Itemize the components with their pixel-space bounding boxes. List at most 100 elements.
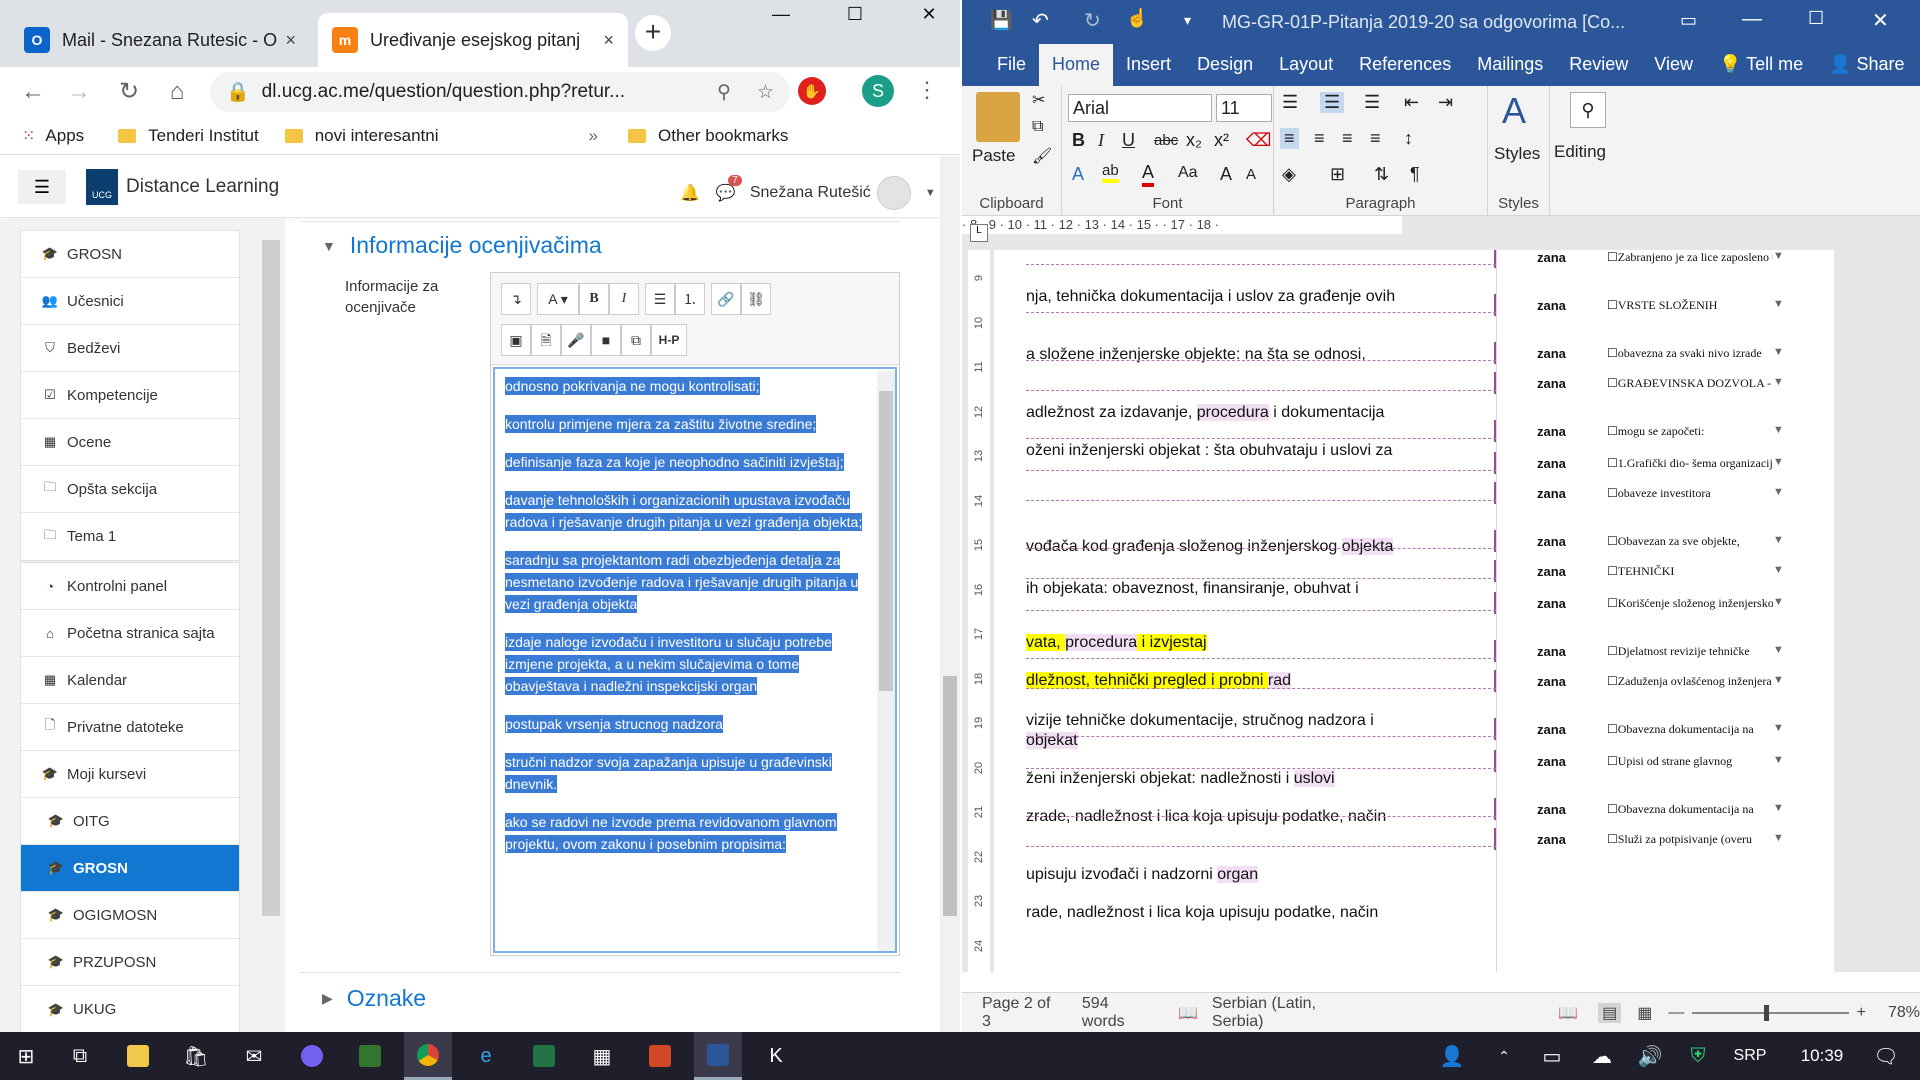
comment-expand-icon[interactable]: ▼ (1773, 564, 1787, 579)
sidebar-item-ucesnici[interactable]: 👥 Učesnici (21, 278, 239, 325)
powerpoint-icon[interactable] (636, 1032, 684, 1080)
comment-expand-icon[interactable]: ▼ (1773, 754, 1787, 769)
record-video-button[interactable]: ■ (591, 324, 621, 356)
comment-item[interactable]: zana ☐Obavezna dokumentacija na ▼ (1497, 802, 1787, 817)
doc-line[interactable]: ženi inženjerski objekat: nadležnosti i … (1026, 770, 1335, 788)
close-window-icon[interactable]: ✕ (904, 0, 954, 30)
zoom-slider[interactable] (1692, 1004, 1849, 1021)
home-icon[interactable]: ⌂ (160, 75, 194, 109)
page-indicator[interactable]: Page 2 of 3 (982, 995, 1062, 1031)
customize-qat-icon[interactable]: ▾ (1184, 12, 1191, 29)
sidebar-scrollbar[interactable] (262, 240, 280, 916)
align-left-icon[interactable]: ≡ (1280, 128, 1299, 149)
paragraph-style-button[interactable]: A ▾ (537, 283, 579, 315)
ucg-logo[interactable]: UCG (86, 169, 118, 205)
doc-line[interactable]: rade, nadležnost i lica koja upisuju pod… (1026, 904, 1378, 922)
close-tab-icon[interactable]: × (285, 30, 296, 51)
sidebar-item-oitg[interactable]: 🎓 OITG (21, 798, 239, 845)
bookmark-tenderi[interactable]: Tenderi Institut (118, 126, 259, 146)
tab-mailings[interactable]: Mailings (1464, 44, 1556, 86)
other-bookmarks[interactable]: Other bookmarks (628, 126, 788, 146)
tab-insert[interactable]: Insert (1113, 44, 1184, 86)
font-name-combo[interactable]: Arial (1068, 94, 1212, 122)
tab-file[interactable]: File (984, 44, 1039, 86)
back-icon[interactable]: ← (16, 75, 50, 109)
tab-view[interactable]: View (1641, 44, 1706, 86)
styles-button[interactable]: Styles (1494, 144, 1540, 164)
ruler-scale[interactable]: · 8 · 9 · 10 · 11 · 12 · 13 · 14 · 15 · … (962, 216, 1402, 234)
sidebar-item-ogigmosn[interactable]: 🎓 OGIGMOSN (21, 892, 239, 939)
project-icon[interactable] (346, 1032, 394, 1080)
borders-icon[interactable]: ⊞ (1330, 164, 1345, 185)
superscript-button[interactable]: x² (1214, 130, 1229, 151)
doc-line[interactable]: a složene inženjerske objekte: na šta se… (1026, 346, 1366, 364)
doc-scrollbar[interactable] (1842, 250, 1858, 972)
word-taskbar-icon[interactable] (694, 1032, 742, 1080)
chrome-taskbar-icon[interactable] (404, 1032, 452, 1080)
editor-scrollbar[interactable] (877, 371, 895, 951)
bell-icon[interactable]: 🔔 (680, 183, 700, 203)
web-layout-icon[interactable]: ▦ (1637, 1003, 1652, 1023)
text-effects-icon[interactable]: A (1072, 164, 1084, 185)
touch-mode-icon[interactable]: ☝ (1126, 8, 1148, 29)
app-k-icon[interactable]: K (752, 1032, 800, 1080)
proofing-icon[interactable]: 📖 (1178, 1003, 1198, 1023)
doc-line[interactable]: vizije tehničke dokumentacije, stručnog … (1026, 712, 1374, 730)
editor-textarea[interactable]: odnosno pokrivanja ne mogu kontrolisati;… (493, 367, 897, 953)
justify-icon[interactable]: ≡ (1370, 128, 1381, 149)
chevron-up-icon[interactable]: ⌃ (1480, 1032, 1528, 1080)
highlight-icon[interactable]: ab (1102, 162, 1119, 183)
doc-line[interactable]: oženi inženjerski objekat : šta obuhvata… (1026, 442, 1392, 460)
doc-line[interactable]: ih objekata: obaveznost, finansiranje, o… (1026, 580, 1359, 598)
bookmark-star-icon[interactable]: ☆ (757, 81, 774, 104)
hamburger-icon[interactable]: ☰ (18, 170, 66, 204)
doc-line[interactable]: adležnost za izdavanje, procedura i doku… (1026, 404, 1384, 422)
cut-icon[interactable]: ✂ (1032, 90, 1045, 110)
comment-expand-icon[interactable]: ▼ (1773, 722, 1787, 737)
sidebar-item-moji-kursevi[interactable]: 🎓 Moji kursevi (21, 751, 239, 798)
comment-item[interactable]: zana ☐mogu se započeti: ▼ (1497, 424, 1787, 439)
extension-icon[interactable]: ✋ (798, 77, 826, 105)
record-audio-button[interactable]: 🎤 (561, 324, 591, 356)
defender-icon[interactable]: ⛨ (1674, 1032, 1722, 1080)
font-size-combo[interactable]: 11 (1216, 94, 1272, 122)
tab-design[interactable]: Design (1184, 44, 1266, 86)
page-scrollbar[interactable] (940, 156, 960, 1032)
styles-icon[interactable]: A (1502, 90, 1526, 132)
comment-item[interactable]: zana ☐TEHNIČKI ▼ (1497, 564, 1787, 579)
decrease-indent-icon[interactable]: ⇤ (1404, 92, 1419, 113)
underline-button[interactable]: U (1122, 130, 1135, 151)
grow-font-icon[interactable]: A (1220, 164, 1232, 185)
media-button[interactable]: 🗎 (531, 324, 561, 356)
calculator-icon[interactable]: ▦ (578, 1032, 626, 1080)
task-view-icon[interactable]: ⧉ (56, 1032, 104, 1080)
italic-button[interactable]: I (609, 283, 639, 315)
sidebar-item-grosn-active[interactable]: 🎓 GROSN (21, 845, 239, 892)
numbered-list-button[interactable]: ⒈ (675, 283, 705, 315)
paste-button[interactable]: Paste (972, 146, 1015, 166)
comment-expand-icon[interactable]: ▼ (1773, 534, 1787, 549)
volume-icon[interactable]: 🔊 (1626, 1032, 1674, 1080)
onedrive-icon[interactable]: ☁ (1578, 1032, 1626, 1080)
doc-line[interactable]: nja, tehnička dokumentacija i uslov za g… (1026, 288, 1395, 306)
zoom-level[interactable]: 78% (1888, 1004, 1920, 1022)
doc-line[interactable]: vođača kod građenja složenog inženjersko… (1026, 538, 1394, 556)
comment-expand-icon[interactable]: ▼ (1773, 456, 1787, 471)
people-icon[interactable]: 👤 (1428, 1032, 1476, 1080)
sidebar-item-grosn[interactable]: 🎓 GROSN (21, 231, 239, 278)
bookmarks-overflow[interactable]: » (589, 126, 598, 146)
comment-item[interactable]: zana ☐Obavezna dokumentacija na ▼ (1497, 722, 1787, 737)
line-spacing-icon[interactable]: ↕ (1404, 128, 1413, 149)
comment-expand-icon[interactable]: ▼ (1773, 376, 1787, 391)
comment-item[interactable]: zana ☐Upisi od strane glavnog ▼ (1497, 754, 1787, 769)
comment-expand-icon[interactable]: ▼ (1773, 424, 1787, 439)
doc-line[interactable]: vata, procedura i izvjestaj (1026, 634, 1207, 652)
zoom-icon[interactable]: ⚲ (717, 81, 731, 104)
sidebar-item-bedzevi[interactable]: ⛉ Bedževi (21, 325, 239, 372)
shrink-font-icon[interactable]: A (1246, 166, 1256, 183)
notifications-icon[interactable]: 🗨 (1862, 1032, 1910, 1080)
document-page[interactable]: nja, tehnička dokumentacija i uslov za g… (994, 250, 1834, 972)
chevron-down-icon[interactable]: ▼ (925, 187, 936, 199)
reload-icon[interactable]: ↻ (112, 75, 146, 109)
tab-home[interactable]: Home (1039, 44, 1114, 86)
